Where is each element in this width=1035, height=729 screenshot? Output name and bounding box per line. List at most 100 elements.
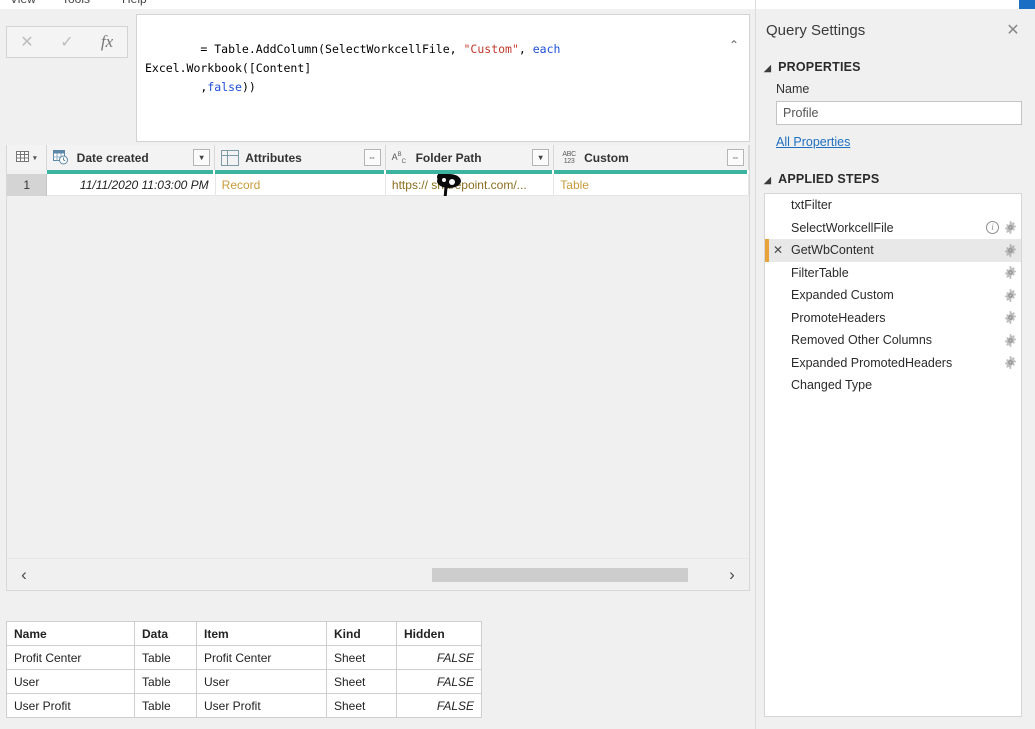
power-query-editor-window: View Tools Help ✕ ✓ fx = Table.AddColumn… [0,0,1035,729]
grid-cell[interactable]: https:// sharepoint.com/... [386,174,555,196]
pane-top-gap [756,0,1035,9]
preview-table-row: User Profit Table User Profit Sheet FALSE [6,693,482,718]
applied-step-changed-type[interactable]: Changed Type [765,374,1021,397]
formula-bar: ✕ ✓ fx = Table.AddColumn(SelectWorkcellF… [6,14,750,142]
grid-cell-value: 11/11/2020 11:03:00 PM [79,178,209,192]
applied-step-getwbcontent[interactable]: ✕ GetWbContent [765,239,1021,262]
formula-token-keyword: false [207,80,242,94]
grid-cell[interactable]: Table [554,174,749,196]
scroll-thumb[interactable] [431,567,689,582]
formula-token-plain: )) [241,80,256,94]
scroll-left-icon[interactable]: ‹ [7,565,41,585]
column-header-custom[interactable]: ABC 123 Custom ⇔ [554,145,749,170]
preview-table-cell: Sheet [326,693,397,718]
formula-token-keyword: each [532,42,561,56]
column-header-label: Folder Path [415,150,482,165]
gear-icon[interactable] [1004,356,1017,370]
applied-step-icons [1004,266,1017,280]
gear-icon[interactable] [1004,288,1017,302]
preview-table-header-row: Name Data Item Kind Hidden [6,621,482,646]
formula-token-plain: = Table.AddColumn(SelectWorkcellFile, [200,42,464,56]
preview-table-cell: Profit Center [196,645,327,670]
menu-item-view[interactable]: View [10,0,36,6]
properties-section-header[interactable]: ◢ PROPERTIES [764,60,861,74]
expand-column-icon[interactable]: ⇔ [363,149,381,166]
close-icon[interactable]: ✕ [1003,21,1023,41]
scroll-right-icon[interactable]: › [715,565,749,585]
column-header-date-created[interactable]: Date created ▾ [46,145,216,170]
preview-table-cell: FALSE [396,669,482,694]
preview-column-header: Hidden [396,621,482,646]
editor-main-pane: ✕ ✓ fx = Table.AddColumn(SelectWorkcellF… [0,9,755,729]
applied-step-label: SelectWorkcellFile [791,220,894,235]
applied-step-removed-other-columns[interactable]: Removed Other Columns [765,329,1021,352]
menu-item-tools[interactable]: Tools [62,0,90,6]
close-icon[interactable]: ✕ [10,27,44,57]
text-type-icon: ABC [391,151,406,165]
gear-icon[interactable] [1004,311,1017,325]
preview-table-cell: FALSE [396,693,482,718]
applied-step-expanded-custom[interactable]: Expanded Custom [765,284,1021,307]
grid-row[interactable]: 1 11/11/2020 11:03:00 PM Record https:// sh… [7,174,749,196]
grid-horizontal-scrollbar[interactable]: ‹ › [7,558,749,590]
applied-steps-heading-label: APPLIED STEPS [778,172,880,186]
applied-step-promoteheaders[interactable]: PromoteHeaders [765,307,1021,330]
gear-icon[interactable] [1004,333,1017,347]
grid-cell-value: Record [221,178,261,192]
applied-step-txtfilter[interactable]: txtFilter [765,194,1021,217]
menu-bar: View Tools Help [0,0,755,9]
column-header-folder-path[interactable]: ABC Folder Path ▾ [385,145,555,170]
check-icon[interactable]: ✓ [50,27,84,57]
record-type-icon [221,149,240,166]
applied-step-filtertable[interactable]: FilterTable [765,262,1021,285]
applied-step-label: txtFilter [791,198,832,213]
applied-step-selectworkcellfile[interactable]: SelectWorkcellFile i [765,217,1021,240]
properties-heading-label: PROPERTIES [778,60,861,74]
grid-cell[interactable]: 11/11/2020 11:03:00 PM [47,174,216,196]
applied-step-icons [1004,243,1017,257]
gear-icon[interactable] [1004,266,1017,280]
filter-dropdown-icon[interactable]: ▾ [193,149,211,166]
expand-column-icon[interactable]: ⇔ [727,149,745,166]
formula-token-plain: , [518,42,533,56]
data-preview-grid: ▾ Date created ▾ Attributes ⇔ ABC Folder Path ▾… [6,145,750,591]
applied-step-expanded-promotedheaders[interactable]: Expanded PromotedHeaders [765,352,1021,375]
applied-steps-section-header[interactable]: ◢ APPLIED STEPS [764,172,879,186]
select-all-table-icon[interactable]: ▾ [7,145,47,170]
applied-steps-list: txtFilter SelectWorkcellFile i ✕ GetWbConten… [764,193,1022,717]
grid-cell[interactable]: Record [216,174,386,196]
column-header-label: Custom [584,150,629,165]
scroll-track[interactable] [41,567,715,582]
info-icon[interactable]: i [986,221,999,235]
selected-step-accent [765,239,769,262]
formula-input[interactable]: = Table.AddColumn(SelectWorkcellFile, "C… [136,14,750,142]
preview-column-header: Kind [326,621,397,646]
preview-column-header: Item [196,621,327,646]
preview-column-header: Data [134,621,197,646]
column-header-attributes[interactable]: Attributes ⇔ [215,145,386,170]
applied-step-icons [1004,356,1017,370]
grid-empty-area [7,196,749,558]
delete-step-icon[interactable]: ✕ [773,239,783,262]
preview-column-header: Name [6,621,135,646]
preview-table-cell: FALSE [396,645,482,670]
applied-step-label: PromoteHeaders [791,310,886,325]
preview-table-cell: Table [134,645,197,670]
filter-dropdown-icon[interactable]: ▾ [532,149,550,166]
fx-icon[interactable]: fx [90,27,124,57]
query-name-input[interactable] [776,101,1022,125]
gear-icon[interactable] [1004,221,1017,235]
applied-step-label: FilterTable [791,265,849,280]
any-type-icon: ABC 123 [562,150,576,166]
all-properties-link[interactable]: All Properties [776,135,850,149]
row-index: 1 [7,174,48,196]
preview-table-row: Profit Center Table Profit Center Sheet FALS… [6,645,482,670]
preview-table-cell: User [6,669,135,694]
applied-step-icons [1004,288,1017,302]
nested-table-preview: Name Data Item Kind Hidden Profit Center Tabl… [6,621,750,729]
datetime-type-icon [52,149,71,166]
gear-icon[interactable] [1004,243,1017,257]
menu-item-help[interactable]: Help [122,0,147,6]
grid-cell-value: Table [560,178,589,192]
chevron-up-icon[interactable]: ⌃ [724,36,744,54]
